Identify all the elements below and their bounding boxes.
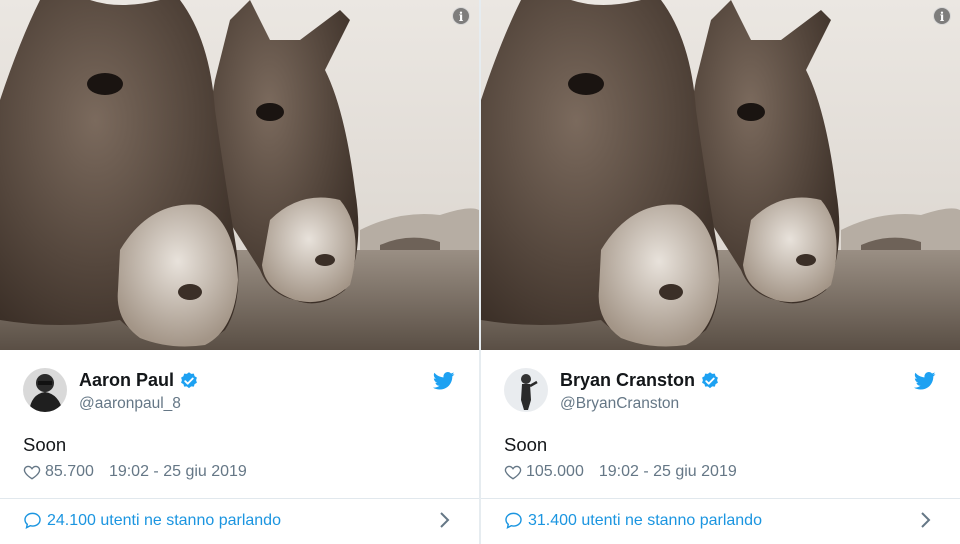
comment-bubble-icon: [505, 512, 522, 529]
comment-bubble-icon: [24, 512, 41, 529]
avatar[interactable]: [23, 368, 67, 412]
conversation-link[interactable]: 31.400 utenti ne stanno parlando: [504, 511, 762, 530]
conversation-text[interactable]: 31.400 utenti ne stanno parlando: [528, 512, 762, 530]
donkeys-image: [0, 0, 479, 350]
heart-icon[interactable]: [23, 463, 41, 481]
info-icon[interactable]: i: [933, 7, 951, 25]
donkeys-image: [481, 0, 960, 350]
avatar-image: [504, 368, 548, 412]
conversation-text[interactable]: 24.100 utenti ne stanno parlando: [47, 512, 281, 530]
tweet-card-bryan-cranston[interactable]: i Bryan Cranston @BryanCranston Soon 105…: [481, 0, 960, 544]
divider: [0, 498, 479, 499]
info-icon[interactable]: i: [452, 7, 470, 25]
twitter-bird-icon[interactable]: [914, 372, 936, 390]
tweet-meta: Bryan Cranston @BryanCranston Soon 105.0…: [481, 350, 960, 544]
tweet-stats: 85.700 19:02 - 25 giu 2019: [23, 463, 247, 481]
chevron-right-icon[interactable]: [439, 511, 451, 529]
timestamp[interactable]: 19:02 - 25 giu 2019: [599, 463, 737, 481]
tweet-text: Soon: [23, 434, 67, 455]
divider: [481, 498, 960, 499]
tweet-card-aaron-paul[interactable]: i Aaron Paul @aaronpaul_8 Soon 85.700 19…: [0, 0, 479, 544]
tweet-photo-donkeys[interactable]: i: [481, 0, 960, 350]
author-row: Bryan Cranston: [560, 370, 720, 391]
heart-icon[interactable]: [504, 463, 522, 481]
tweet-text: Soon: [504, 434, 548, 455]
tweet-comparison: i Aaron Paul @aaronpaul_8 Soon 85.700 19…: [0, 0, 960, 544]
conversation-link[interactable]: 24.100 utenti ne stanno parlando: [23, 511, 281, 530]
tweet-meta: Aaron Paul @aaronpaul_8 Soon 85.700 19:0…: [0, 350, 479, 544]
author-row: Aaron Paul: [79, 370, 199, 391]
verified-badge-icon: [702, 371, 718, 388]
tweet-photo-donkeys[interactable]: i: [0, 0, 479, 350]
timestamp[interactable]: 19:02 - 25 giu 2019: [109, 463, 247, 481]
tweet-stats: 105.000 19:02 - 25 giu 2019: [504, 463, 737, 481]
author-name[interactable]: Bryan Cranston: [560, 370, 695, 391]
like-count[interactable]: 105.000: [526, 463, 584, 481]
author-handle[interactable]: @BryanCranston: [560, 395, 679, 413]
author-handle[interactable]: @aaronpaul_8: [79, 395, 181, 413]
avatar[interactable]: [504, 368, 548, 412]
verified-badge-icon: [181, 371, 197, 388]
like-count[interactable]: 85.700: [45, 463, 94, 481]
author-name[interactable]: Aaron Paul: [79, 370, 174, 391]
chevron-right-icon[interactable]: [920, 511, 932, 529]
twitter-bird-icon[interactable]: [433, 372, 455, 390]
avatar-image: [23, 368, 67, 412]
